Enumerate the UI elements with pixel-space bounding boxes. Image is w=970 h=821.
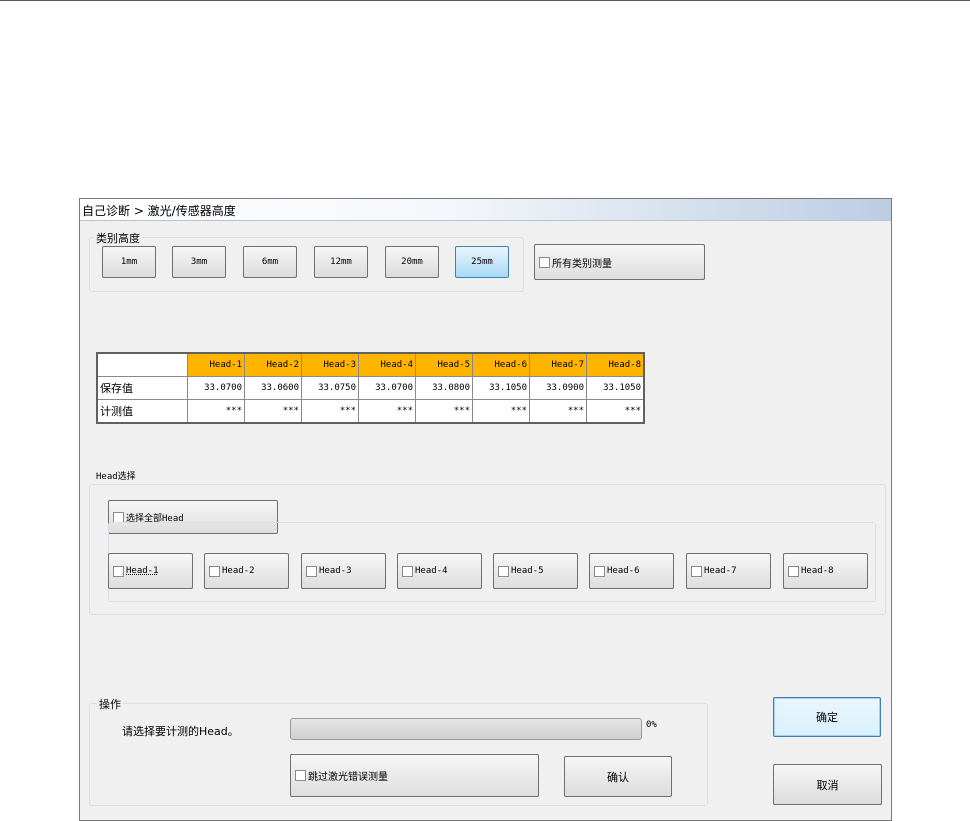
table-header-cell: Head-1 [187, 352, 245, 377]
head-3-checkbox[interactable]: Head-3 [301, 553, 386, 589]
table-cell: *** [529, 399, 587, 424]
checkbox-box-icon [295, 770, 306, 781]
table-cell: 33.0600 [244, 376, 302, 400]
checkbox-box-icon [209, 565, 220, 577]
height-20mm-button[interactable]: 20mm [385, 246, 439, 278]
operation-prompt: 请选择要计测的Head。 [122, 725, 239, 738]
skip-laser-error-label: 跳过激光错误测量 [308, 772, 388, 783]
height-6mm-button[interactable]: 6mm [243, 246, 297, 278]
ok-button[interactable]: 确定 [773, 697, 881, 737]
all-category-measure-checkbox[interactable]: 所有类别测量 [534, 244, 705, 280]
checkbox-box-icon [539, 256, 550, 268]
table-cell: *** [187, 399, 245, 424]
table-cell: *** [415, 399, 473, 424]
table-cell: *** [244, 399, 302, 424]
checkbox-box-icon [402, 565, 413, 577]
row-label-saved: 保存值 [96, 376, 188, 400]
table-header-cell: Head-8 [586, 352, 645, 377]
checkbox-box-icon [498, 565, 509, 577]
table-header-cell: Head-2 [244, 352, 302, 377]
head-7-checkbox[interactable]: Head-7 [686, 553, 771, 589]
head-select-label: Head选择 [94, 469, 138, 482]
table-cell: 33.0800 [415, 376, 473, 400]
height-25mm-button[interactable]: 25mm [455, 246, 509, 278]
confirm-button[interactable]: 确认 [564, 756, 672, 797]
window-title: 自己诊断 > 激光/传感器高度 [82, 204, 236, 218]
table-header-cell: Head-7 [529, 352, 587, 377]
height-12mm-button[interactable]: 12mm [314, 246, 368, 278]
table-row: 计测值 *** *** *** *** *** *** *** *** [96, 399, 645, 424]
head-2-label: Head-2 [222, 566, 255, 576]
checkbox-box-icon [113, 565, 124, 577]
cancel-button[interactable]: 取消 [773, 764, 882, 805]
table-cell: 33.0750 [301, 376, 359, 400]
height-1mm-button[interactable]: 1mm [102, 246, 156, 278]
table-header-cell: Head-3 [301, 352, 359, 377]
operation-label: 操作 [97, 696, 123, 712]
head-5-checkbox[interactable]: Head-5 [493, 553, 578, 589]
table-header-cell: Head-4 [358, 352, 416, 377]
table-header-cell: Head-5 [415, 352, 473, 377]
head-6-checkbox[interactable]: Head-6 [589, 553, 674, 589]
title-bar: 自己诊断 > 激光/传感器高度 [80, 199, 891, 221]
table-cell: 33.1050 [472, 376, 530, 400]
checkbox-box-icon [788, 565, 799, 577]
progress-percent: 0% [646, 720, 657, 730]
checkbox-box-icon [306, 565, 317, 577]
head-6-label: Head-6 [607, 566, 640, 576]
table-header-row: Head-1 Head-2 Head-3 Head-4 Head-5 Head-… [96, 352, 645, 377]
height-3mm-button[interactable]: 3mm [172, 246, 226, 278]
checkbox-box-icon [594, 565, 605, 577]
skip-laser-error-checkbox[interactable]: 跳过激光错误测量 [290, 754, 539, 797]
table-cell: *** [586, 399, 645, 424]
head-1-label: Head-1 [126, 566, 159, 576]
row-label-measured: 计测值 [96, 399, 188, 424]
table-cell: 33.1050 [586, 376, 645, 400]
all-category-measure-label: 所有类别测量 [552, 258, 612, 270]
table-cell: *** [472, 399, 530, 424]
table-header-cell: Head-6 [472, 352, 530, 377]
table-cell: 33.0900 [529, 376, 587, 400]
diagnosis-window: 自己诊断 > 激光/传感器高度 类别高度 1mm 3mm 6mm 12mm 20… [79, 198, 892, 821]
head-5-label: Head-5 [511, 566, 544, 576]
head-height-table: Head-1 Head-2 Head-3 Head-4 Head-5 Head-… [96, 352, 645, 424]
table-cell: *** [301, 399, 359, 424]
top-divider [0, 0, 970, 1]
height-category-label: 类别高度 [94, 230, 142, 246]
head-2-checkbox[interactable]: Head-2 [204, 553, 289, 589]
checkbox-box-icon [691, 565, 702, 577]
head-8-label: Head-8 [801, 566, 834, 576]
head-7-label: Head-7 [704, 566, 737, 576]
head-8-checkbox[interactable]: Head-8 [783, 553, 868, 589]
head-1-checkbox[interactable]: Head-1 [108, 553, 193, 589]
table-corner-cell [96, 352, 188, 377]
table-cell: 33.0700 [187, 376, 245, 400]
table-cell: 33.0700 [358, 376, 416, 400]
head-4-checkbox[interactable]: Head-4 [397, 553, 482, 589]
head-4-label: Head-4 [415, 566, 448, 576]
head-3-label: Head-3 [319, 566, 352, 576]
table-cell: *** [358, 399, 416, 424]
checkbox-box-icon [113, 511, 124, 523]
measure-progress-bar [290, 718, 642, 740]
table-row: 保存值 33.0700 33.0600 33.0750 33.0700 33.0… [96, 376, 645, 400]
